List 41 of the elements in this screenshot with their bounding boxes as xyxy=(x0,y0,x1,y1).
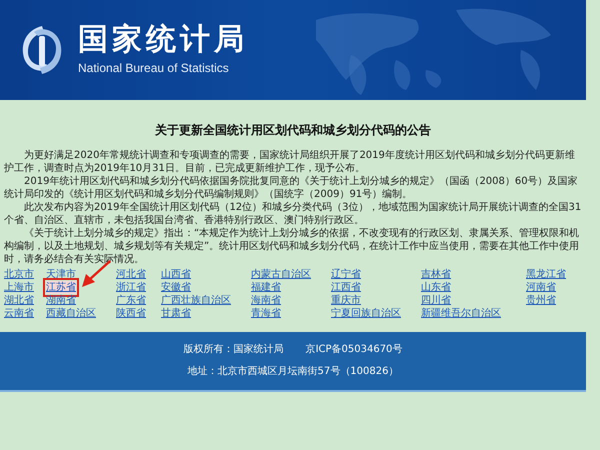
notice-paragraph: 《关于统计上划分城乡的规定》指出：“本规定作为统计上划分城乡的依据，不改变现有的行政区划、隶属关系、管理权限和机构编制，以及土地规划、城乡规划等有关规定”。统计用区划代码和城乡划分代码，在统计工作中应当使用，需要在其他工作中使用时，请务必结合有关实际情况。 xyxy=(4,227,580,266)
province-link[interactable]: 陕西省 xyxy=(116,307,146,320)
province-link[interactable]: 浙江省 xyxy=(116,281,146,294)
province-link[interactable]: 湖南省 xyxy=(46,294,76,307)
province-link[interactable]: 山东省 xyxy=(421,281,451,294)
notice-paragraph: 此次发布内容为2019年全国统计用区划代码（12位）和城乡分类代码（3位），地域范围为国家统计局开展统计调查的全国31个省、自治区、直辖市，未包括我国台湾省、香港特别行政区、澳门特别行政区。 xyxy=(4,201,582,227)
province-link[interactable]: 北京市 xyxy=(4,268,34,281)
province-link[interactable]: 河北省 xyxy=(116,268,146,281)
province-link[interactable]: 重庆市 xyxy=(331,294,361,307)
province-link[interactable]: 河南省 xyxy=(526,281,556,294)
province-link[interactable]: 辽宁省 xyxy=(331,268,361,281)
copyright-text: 版权所有：国家统计局 xyxy=(184,342,284,356)
notice-paragraph: 为更好满足2020年常规统计调查和专项调查的需要，国家统计局组织开展了2019年度统计用区划代码和城乡划分代码更新维护工作，调查时点为2019年10月31日。目前，已完成更新维护工作，现予公布。 xyxy=(4,149,576,175)
province-link[interactable]: 海南省 xyxy=(251,294,281,307)
province-link[interactable]: 内蒙古自治区 xyxy=(251,268,311,281)
province-link[interactable]: 安徽省 xyxy=(161,281,191,294)
province-link[interactable]: 甘肃省 xyxy=(161,307,191,320)
province-link[interactable]: 广东省 xyxy=(116,294,146,307)
province-link[interactable]: 黑龙江省 xyxy=(526,268,566,281)
notice-title: 关于更新全国统计用区划代码和城乡划分代码的公告 xyxy=(154,122,432,139)
province-link[interactable]: 新疆维吾尔自治区 xyxy=(421,307,501,320)
province-link[interactable]: 贵州省 xyxy=(526,294,556,307)
notice-paragraph: 2019年统计用区划代码和城乡划分代码依据国务院批复同意的《关于统计上划分城乡的规定》（国函（2008）60号）及国家统计局印发的《统计用区划代码和城乡划分代码编制规则》（国统字（2009）91号）编制。 xyxy=(4,175,579,201)
site-title: 国家统计局 xyxy=(78,25,248,55)
province-link[interactable]: 天津市 xyxy=(46,268,76,281)
province-link[interactable]: 上海市 xyxy=(4,281,34,294)
province-link[interactable]: 山西省 xyxy=(161,268,191,281)
address-text: 地址：北京市西城区月坛南街57号（100826） xyxy=(188,364,398,378)
province-link[interactable]: 江西省 xyxy=(331,281,361,294)
province-link[interactable]: 西藏自治区 xyxy=(46,307,96,320)
icp-number: 京ICP备05034670号 xyxy=(306,342,402,356)
province-link[interactable]: 湖北省 xyxy=(4,294,34,307)
province-link[interactable]: 吉林省 xyxy=(421,268,451,281)
province-link[interactable]: 宁夏回族自治区 xyxy=(331,307,401,320)
province-link[interactable]: 广西壮族自治区 xyxy=(161,294,231,307)
site-subtitle: National Bureau of Statistics xyxy=(78,61,230,75)
province-link[interactable]: 福建省 xyxy=(251,281,281,294)
province-link[interactable]: 青海省 xyxy=(251,307,281,320)
province-link[interactable]: 江苏省 xyxy=(46,281,76,294)
province-link[interactable]: 四川省 xyxy=(421,294,451,307)
province-link[interactable]: 云南省 xyxy=(4,307,34,320)
